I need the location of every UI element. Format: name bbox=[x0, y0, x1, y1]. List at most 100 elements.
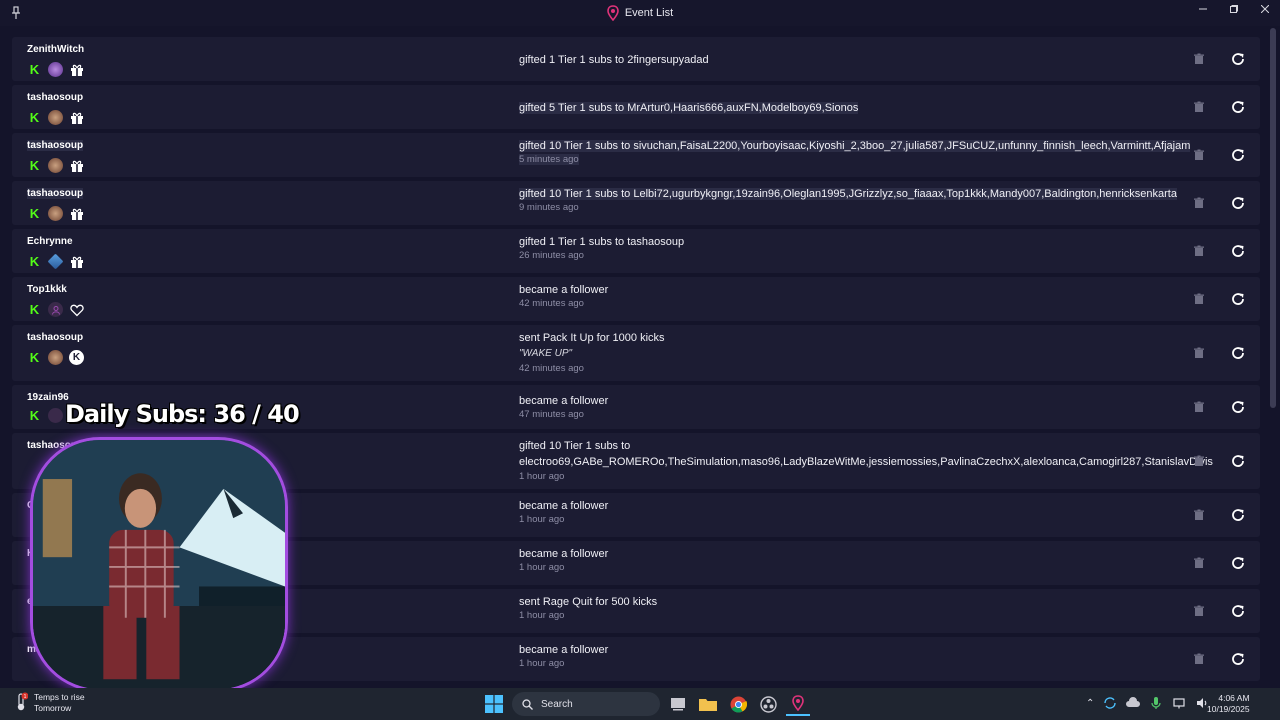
event-username[interactable]: tashaosoup bbox=[27, 92, 83, 103]
replay-icon[interactable] bbox=[1230, 399, 1246, 415]
event-timestamp: 1 hour ago bbox=[519, 514, 565, 525]
delete-icon[interactable] bbox=[1193, 293, 1205, 305]
event-list-app-button[interactable] bbox=[786, 692, 810, 716]
delete-icon[interactable] bbox=[1193, 455, 1205, 467]
microphone-icon[interactable] bbox=[1149, 696, 1163, 710]
sync-icon[interactable] bbox=[1103, 696, 1117, 710]
pin-icon[interactable] bbox=[11, 6, 21, 20]
user-avatar bbox=[48, 408, 63, 423]
event-message: gifted 1 Tier 1 subs to 2fingersupyadad bbox=[519, 54, 709, 66]
event-message: gifted 10 Tier 1 subs to Lelbi72,ugurbyk… bbox=[519, 188, 1177, 200]
replay-icon[interactable] bbox=[1230, 603, 1246, 619]
event-username[interactable]: tashaosoup bbox=[27, 140, 84, 151]
event-username[interactable]: tashaosoup bbox=[27, 188, 84, 199]
user-avatar bbox=[48, 206, 63, 221]
delete-icon[interactable] bbox=[1193, 197, 1205, 209]
delete-icon[interactable] bbox=[1193, 347, 1205, 359]
event-timestamp: 1 hour ago bbox=[519, 471, 565, 482]
replay-icon[interactable] bbox=[1230, 345, 1246, 361]
event-username[interactable]: 19zain96 bbox=[27, 392, 69, 403]
taskbar-search[interactable]: Search bbox=[512, 692, 660, 716]
gift-icon bbox=[69, 110, 84, 125]
webcam-overlay bbox=[30, 437, 288, 692]
replay-icon[interactable] bbox=[1230, 507, 1246, 523]
replay-icon[interactable] bbox=[1230, 51, 1246, 67]
event-timestamp: 5 minutes ago bbox=[519, 154, 579, 165]
close-button[interactable] bbox=[1249, 0, 1280, 18]
user-avatar bbox=[48, 350, 63, 365]
replay-icon[interactable] bbox=[1230, 291, 1246, 307]
replay-icon[interactable] bbox=[1230, 651, 1246, 667]
event-username[interactable]: tashaosoup bbox=[27, 332, 83, 343]
maximize-button[interactable] bbox=[1218, 0, 1249, 18]
gift-icon bbox=[69, 158, 84, 173]
weather-line-1: Temps to rise bbox=[34, 692, 85, 702]
delete-icon[interactable] bbox=[1193, 149, 1205, 161]
event-message: gifted 10 Tier 1 subs to sivuchan,FaisaL… bbox=[519, 140, 1191, 152]
scrollbar[interactable] bbox=[1270, 28, 1276, 408]
kick-platform-icon: K bbox=[29, 254, 40, 269]
chrome-button[interactable] bbox=[726, 692, 750, 716]
kicks-coin-icon: K bbox=[69, 350, 84, 365]
user-avatar bbox=[48, 302, 63, 317]
replay-icon[interactable] bbox=[1230, 453, 1246, 469]
daily-subs-label: Daily Subs: bbox=[65, 400, 207, 428]
event-row: tashaosoup K gifted 10 Tier 1 subs to Le… bbox=[12, 181, 1260, 225]
kick-platform-icon: K bbox=[29, 110, 40, 125]
clock-time: 4:06 AM bbox=[1218, 693, 1250, 703]
replay-icon[interactable] bbox=[1230, 243, 1246, 259]
delete-icon[interactable] bbox=[1193, 101, 1205, 113]
event-username[interactable]: Top1kkk bbox=[27, 284, 67, 295]
gift-icon bbox=[69, 206, 84, 221]
thermometer-icon: 1 bbox=[17, 692, 28, 711]
event-row: tashaosoup K gifted 10 Tier 1 subs to si… bbox=[12, 133, 1260, 177]
delete-icon[interactable] bbox=[1193, 653, 1205, 665]
replay-icon[interactable] bbox=[1230, 195, 1246, 211]
delete-icon[interactable] bbox=[1193, 509, 1205, 521]
taskbar: 1 Temps to rise Tomorrow Search ⌃ 4:06 A… bbox=[0, 688, 1280, 720]
start-button[interactable] bbox=[482, 692, 506, 716]
search-icon bbox=[522, 698, 533, 710]
event-username[interactable]: Echrynne bbox=[27, 236, 73, 247]
event-message: gifted 5 Tier 1 subs to MrArtur0,Haaris6… bbox=[519, 102, 859, 114]
event-message: became a follower bbox=[519, 548, 609, 560]
file-explorer-button[interactable] bbox=[696, 692, 720, 716]
delete-icon[interactable] bbox=[1193, 53, 1205, 65]
cloud-icon[interactable] bbox=[1126, 696, 1141, 710]
title-bar: Event List bbox=[0, 0, 1280, 26]
svg-text:1: 1 bbox=[24, 694, 27, 700]
event-row: ZenithWitch K gifted 1 Tier 1 subs to 2f… bbox=[12, 37, 1260, 81]
event-message: became a follower bbox=[519, 395, 609, 407]
event-quote: "WAKE UP" bbox=[519, 348, 573, 359]
kick-platform-icon: K bbox=[29, 350, 40, 365]
event-row: Echrynne K gifted 1 Tier 1 subs to tasha… bbox=[12, 229, 1260, 273]
kick-platform-icon: K bbox=[29, 408, 40, 423]
delete-icon[interactable] bbox=[1193, 605, 1205, 617]
task-view-button[interactable] bbox=[666, 692, 690, 716]
minimize-button[interactable] bbox=[1187, 0, 1218, 18]
app-logo-icon bbox=[607, 5, 619, 21]
kick-platform-icon: K bbox=[29, 62, 40, 77]
network-icon[interactable] bbox=[1172, 696, 1186, 710]
user-avatar bbox=[48, 62, 63, 77]
kick-platform-icon: K bbox=[29, 302, 40, 317]
event-timestamp: 1 hour ago bbox=[519, 658, 565, 669]
obs-button[interactable] bbox=[756, 692, 780, 716]
delete-icon[interactable] bbox=[1193, 245, 1205, 257]
event-username[interactable]: ZenithWitch bbox=[27, 44, 84, 55]
delete-icon[interactable] bbox=[1193, 557, 1205, 569]
chevron-up-icon[interactable]: ⌃ bbox=[1086, 698, 1094, 709]
daily-subs-overlay: Daily Subs: 36 / 40 bbox=[65, 400, 300, 428]
kick-platform-icon: K bbox=[29, 158, 40, 173]
replay-icon[interactable] bbox=[1230, 147, 1246, 163]
weather-widget[interactable]: 1 Temps to rise Tomorrow bbox=[14, 692, 85, 714]
replay-icon[interactable] bbox=[1230, 99, 1246, 115]
event-message: became a follower bbox=[519, 644, 609, 656]
replay-icon[interactable] bbox=[1230, 555, 1246, 571]
taskbar-clock[interactable]: 4:06 AM 10/19/2025 bbox=[1207, 693, 1250, 715]
user-avatar bbox=[47, 253, 64, 270]
event-timestamp: 9 minutes ago bbox=[519, 202, 579, 213]
delete-icon[interactable] bbox=[1193, 401, 1205, 413]
event-message-continued: electroo69,GABe_ROMEROo,TheSimulation,ma… bbox=[519, 456, 1213, 468]
user-avatar bbox=[48, 158, 63, 173]
